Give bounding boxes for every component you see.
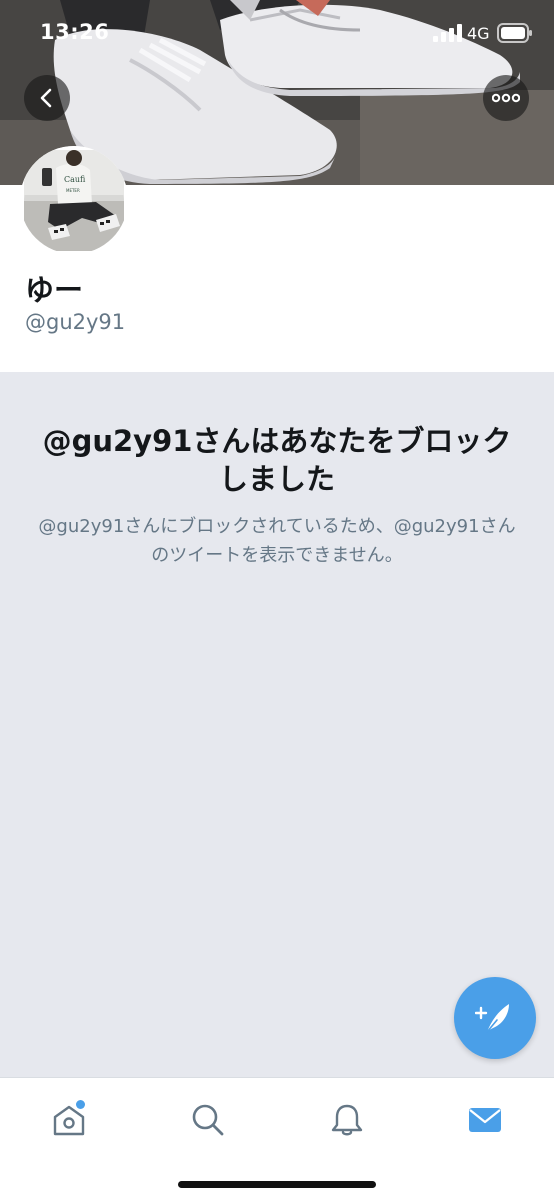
more-options-button[interactable]: [483, 75, 529, 121]
status-bar: 13:26 4G: [0, 0, 554, 64]
back-button[interactable]: [24, 75, 70, 121]
signal-bars-icon: [433, 24, 462, 42]
svg-text:Caufi: Caufi: [64, 175, 86, 184]
bottom-tab-bar: [0, 1077, 554, 1200]
status-time: 13:26: [40, 20, 110, 44]
avatar[interactable]: Caufi METER: [20, 146, 128, 254]
more-dots-icon: [492, 93, 520, 103]
profile-screen: 13:26 4G Caufi METER ゆー @gu2y91 @gu2y91さ…: [0, 0, 554, 1200]
home-unread-dot: [76, 1100, 85, 1109]
svg-text:METER: METER: [66, 188, 80, 193]
network-type: 4G: [467, 24, 490, 43]
compose-tweet-button[interactable]: [454, 977, 536, 1059]
home-indicator[interactable]: [178, 1181, 376, 1188]
avatar-photo: Caufi METER: [20, 146, 128, 254]
bell-icon: [331, 1104, 363, 1136]
envelope-icon: [469, 1108, 501, 1132]
battery-icon: [497, 23, 532, 43]
tab-messages[interactable]: [461, 1096, 509, 1144]
chevron-left-icon: [40, 88, 52, 108]
tab-home[interactable]: [45, 1096, 93, 1144]
compose-feather-icon: [475, 1004, 509, 1033]
display-name: ゆー: [25, 273, 84, 307]
blocked-description: @gu2y91さんにブロックされているため、@gu2y91さんのツイートを表示で…: [38, 516, 516, 566]
profile-handle: @gu2y91: [25, 310, 126, 334]
tab-notifications[interactable]: [323, 1096, 371, 1144]
tab-search[interactable]: [184, 1096, 232, 1144]
search-icon: [192, 1104, 224, 1136]
blocked-message-panel: @gu2y91さんはあなたをブロックしました @gu2y91さんにブロックされて…: [0, 372, 554, 1077]
blocked-title: @gu2y91さんはあなたをブロックしました: [42, 424, 512, 496]
